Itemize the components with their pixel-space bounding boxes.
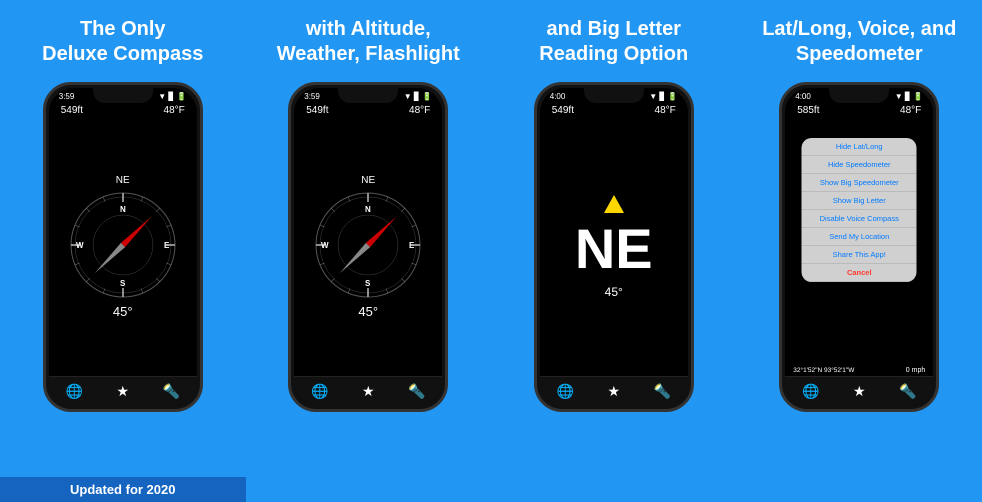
panel-3-header: and Big LetterReading Option bbox=[527, 0, 700, 80]
gps-bar: 32°1'52"N 93°52'1"W 0 mph bbox=[785, 365, 933, 376]
star-icon-4: ★ bbox=[853, 383, 866, 400]
panel-2-header: with Altitude,Weather, Flashlight bbox=[265, 0, 472, 80]
big-ne-text: NE bbox=[575, 221, 653, 277]
signal-4: ▼ ▊ 🔋 bbox=[895, 92, 923, 101]
svg-text:W: W bbox=[76, 241, 84, 250]
phone-container-2: 3:59 ▼ ▊ 🔋 549ft 48°F NE bbox=[288, 80, 448, 502]
notch-4 bbox=[829, 85, 889, 103]
globe-icon-4: 🌐 bbox=[802, 383, 819, 400]
info-bar-3: 549ft 48°F bbox=[540, 103, 688, 118]
phone-4: 4:00 ▼ ▊ 🔋 585ft 48°F NE Hide Lat/Long H… bbox=[779, 82, 939, 412]
temp-1: 48°F bbox=[164, 105, 185, 116]
svg-text:E: E bbox=[409, 241, 415, 250]
menu-disable-voice[interactable]: Disable Voice Compass bbox=[802, 210, 917, 228]
time-2: 3:59 bbox=[304, 92, 320, 101]
flashlight-icon-3: 🔦 bbox=[654, 383, 671, 400]
north-arrow-icon bbox=[604, 195, 624, 213]
direction-label-2: NE bbox=[361, 175, 375, 186]
svg-text:S: S bbox=[365, 279, 371, 288]
menu-hide-lat-long[interactable]: Hide Lat/Long bbox=[802, 138, 917, 156]
panel-4: Lat/Long, Voice, andSpeedometer 4:00 ▼ ▊… bbox=[737, 0, 982, 502]
phone-1: 3:59 ▼ ▊ 🔋 549ft 48°F NE bbox=[43, 82, 203, 412]
star-icon-1: ★ bbox=[116, 383, 129, 400]
signal-3: ▼ ▊ 🔋 bbox=[649, 92, 677, 101]
notch-3 bbox=[584, 85, 644, 103]
phone-container-4: 4:00 ▼ ▊ 🔋 585ft 48°F NE Hide Lat/Long H… bbox=[779, 80, 939, 502]
phone-container-1: 3:59 ▼ ▊ 🔋 549ft 48°F NE bbox=[43, 80, 203, 477]
info-bar-1: 549ft 48°F bbox=[49, 103, 197, 118]
svg-text:N: N bbox=[120, 205, 126, 214]
panel-1: The OnlyDeluxe Compass 3:59 ▼ ▊ 🔋 549ft … bbox=[0, 0, 246, 502]
altitude-1: 549ft bbox=[61, 105, 83, 116]
bottom-bar-3: 🌐 ★ 🔦 bbox=[540, 376, 688, 406]
svg-text:W: W bbox=[321, 241, 329, 250]
phone-3: 4:00 ▼ ▊ 🔋 549ft 48°F NE 45° 🌐 ★ 🔦 bbox=[534, 82, 694, 412]
altitude-4: 585ft bbox=[797, 105, 819, 116]
compass-svg-1: N S E W bbox=[68, 190, 178, 300]
panel-4-header: Lat/Long, Voice, andSpeedometer bbox=[750, 0, 968, 80]
compass-area-2: NE N S bbox=[294, 118, 442, 376]
degrees-2: 45° bbox=[358, 304, 378, 319]
menu-hide-speedometer[interactable]: Hide Speedometer bbox=[802, 156, 917, 174]
panel-1-footer: Updated for 2020 bbox=[0, 477, 246, 502]
panel-2: with Altitude,Weather, Flashlight 3:59 ▼… bbox=[246, 0, 492, 502]
globe-icon-3: 🌐 bbox=[557, 383, 574, 400]
phone-container-3: 4:00 ▼ ▊ 🔋 549ft 48°F NE 45° 🌐 ★ 🔦 bbox=[534, 80, 694, 502]
star-icon-2: ★ bbox=[362, 383, 375, 400]
flashlight-icon-1: 🔦 bbox=[163, 383, 180, 400]
notch-2 bbox=[338, 85, 398, 103]
gps-coords: 32°1'52"N 93°52'1"W bbox=[793, 367, 854, 374]
temp-2: 48°F bbox=[409, 105, 430, 116]
action-menu: Hide Lat/Long Hide Speedometer Show Big … bbox=[802, 138, 917, 282]
menu-send-location[interactable]: Send My Location bbox=[802, 228, 917, 246]
menu-share-app[interactable]: Share This App! bbox=[802, 246, 917, 264]
altitude-3: 549ft bbox=[552, 105, 574, 116]
info-bar-2: 549ft 48°F bbox=[294, 103, 442, 118]
big-letter-area: NE 45° bbox=[540, 118, 688, 376]
compass-svg-2: N S E W bbox=[313, 190, 423, 300]
time-4: 4:00 bbox=[795, 92, 811, 101]
screen-1: 3:59 ▼ ▊ 🔋 549ft 48°F NE bbox=[49, 88, 197, 406]
temp-3: 48°F bbox=[655, 105, 676, 116]
globe-icon-2: 🌐 bbox=[311, 383, 328, 400]
globe-icon-1: 🌐 bbox=[66, 383, 83, 400]
panel-1-header: The OnlyDeluxe Compass bbox=[30, 0, 215, 80]
speed: 0 mph bbox=[906, 367, 925, 374]
info-bar-4: 585ft 48°F bbox=[785, 103, 933, 118]
screen-2: 3:59 ▼ ▊ 🔋 549ft 48°F NE bbox=[294, 88, 442, 406]
signal-1: ▼ ▊ 🔋 bbox=[158, 92, 186, 101]
bottom-bar-2: 🌐 ★ 🔦 bbox=[294, 376, 442, 406]
bottom-bar-1: 🌐 ★ 🔦 bbox=[49, 376, 197, 406]
phone-2: 3:59 ▼ ▊ 🔋 549ft 48°F NE bbox=[288, 82, 448, 412]
flashlight-icon-4: 🔦 bbox=[899, 383, 916, 400]
flashlight-icon-2: 🔦 bbox=[408, 383, 425, 400]
svg-text:N: N bbox=[365, 205, 371, 214]
svg-text:E: E bbox=[164, 241, 170, 250]
menu-show-big-speedometer[interactable]: Show Big Speedometer bbox=[802, 174, 917, 192]
bottom-bar-4: 🌐 ★ 🔦 bbox=[785, 376, 933, 406]
altitude-2: 549ft bbox=[306, 105, 328, 116]
time-3: 4:00 bbox=[550, 92, 566, 101]
temp-4: 48°F bbox=[900, 105, 921, 116]
menu-show-big-letter[interactable]: Show Big Letter bbox=[802, 192, 917, 210]
time-1: 3:59 bbox=[59, 92, 75, 101]
panel-3: and Big LetterReading Option 4:00 ▼ ▊ 🔋 … bbox=[491, 0, 737, 502]
menu-cancel[interactable]: Cancel bbox=[802, 264, 917, 282]
direction-label-1: NE bbox=[116, 175, 130, 186]
big-degrees: 45° bbox=[605, 285, 623, 299]
star-icon-3: ★ bbox=[607, 383, 620, 400]
menu-area: NE Hide Lat/Long Hide Speedometer Show B… bbox=[785, 118, 933, 365]
screen-3: 4:00 ▼ ▊ 🔋 549ft 48°F NE 45° 🌐 ★ 🔦 bbox=[540, 88, 688, 406]
notch-1 bbox=[93, 85, 153, 103]
screen-4: 4:00 ▼ ▊ 🔋 585ft 48°F NE Hide Lat/Long H… bbox=[785, 88, 933, 406]
degrees-1: 45° bbox=[113, 304, 133, 319]
svg-text:S: S bbox=[120, 279, 126, 288]
signal-2: ▼ ▊ 🔋 bbox=[404, 92, 432, 101]
compass-area-1: NE bbox=[49, 118, 197, 376]
